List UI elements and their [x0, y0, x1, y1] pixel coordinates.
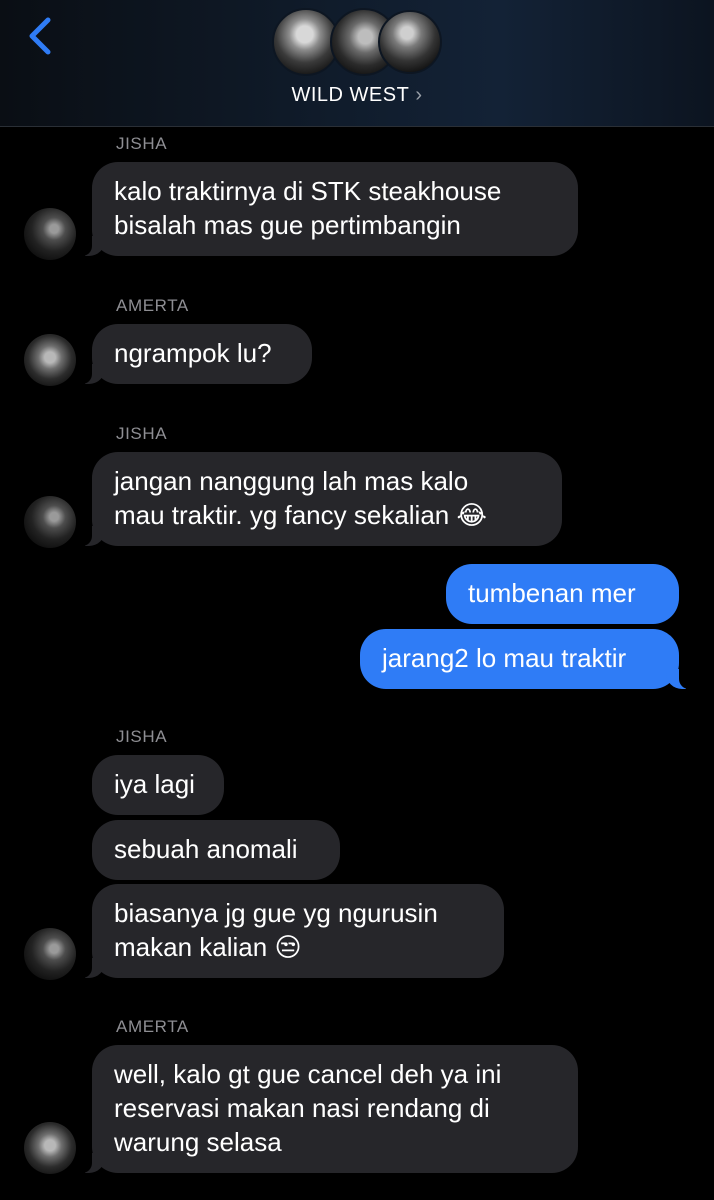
tears-of-joy-emoji-icon: 😂	[456, 501, 487, 531]
message-bubble-incoming[interactable]: ngrampok lu?	[82, 324, 312, 384]
group-name-label: WILD WEST	[291, 84, 410, 106]
message-bubble-incoming[interactable]: biasanya jg gue yg ngurusin makan kalian…	[82, 884, 504, 978]
message-bubble-outgoing[interactable]: jarang2 lo mau traktir	[360, 629, 689, 689]
message-text-line: warung selasa	[114, 1127, 282, 1157]
message-text: jarang2 lo mau traktir	[382, 643, 627, 673]
avatar[interactable]	[24, 928, 76, 980]
avatar[interactable]	[24, 496, 76, 548]
unamused-face-emoji-icon: 😒	[274, 933, 302, 963]
message-text-line: jangan nanggung lah mas kalo	[114, 466, 469, 496]
sender-name: AMERTA	[116, 1017, 189, 1036]
avatar	[378, 10, 442, 74]
message-text-line: makan kalian	[114, 932, 268, 962]
sender-name: JISHA	[116, 134, 168, 153]
sender-name: JISHA	[116, 424, 168, 443]
message-text-line: mau traktir. yg fancy sekalian	[114, 500, 450, 530]
message-text-line: biasanya jg gue yg ngurusin	[114, 898, 438, 928]
back-button[interactable]	[22, 14, 62, 58]
message-bubble-incoming[interactable]: kalo traktirnya di STK steakhouse bisala…	[82, 162, 578, 256]
sender-name: JISHA	[116, 727, 168, 746]
message-text-line: bisalah mas gue pertimbangin	[114, 210, 461, 240]
message-bubble-outgoing[interactable]: tumbenan mer	[446, 564, 679, 624]
message-text: iya lagi	[114, 769, 195, 799]
group-name-button[interactable]: WILD WEST ›	[0, 84, 714, 107]
message-text: ngrampok lu?	[114, 338, 272, 368]
avatar[interactable]	[24, 334, 76, 386]
sender-name: AMERTA	[116, 296, 189, 315]
message-text-line: well, kalo gt gue cancel deh ya ini	[114, 1059, 502, 1089]
message-text-line: kalo traktirnya di STK steakhouse	[114, 176, 502, 206]
chevron-right-icon: ›	[415, 84, 423, 106]
message-bubble-incoming[interactable]: jangan nanggung lah mas kalo mau traktir…	[82, 452, 562, 546]
message-bubble-incoming[interactable]: iya lagi	[92, 755, 224, 815]
message-text-line: reservasi makan nasi rendang di	[114, 1093, 490, 1123]
message-text: tumbenan mer	[468, 578, 636, 608]
chevron-left-icon	[29, 17, 51, 55]
avatar[interactable]	[24, 1122, 76, 1174]
message-text: sebuah anomali	[114, 834, 298, 864]
message-bubble-incoming[interactable]: sebuah anomali	[92, 820, 340, 880]
message-bubble-incoming[interactable]: well, kalo gt gue cancel deh ya ini rese…	[82, 1045, 578, 1173]
group-avatars[interactable]	[272, 8, 444, 78]
avatar[interactable]	[24, 208, 76, 260]
conversation-header: WILD WEST ›	[0, 0, 714, 127]
